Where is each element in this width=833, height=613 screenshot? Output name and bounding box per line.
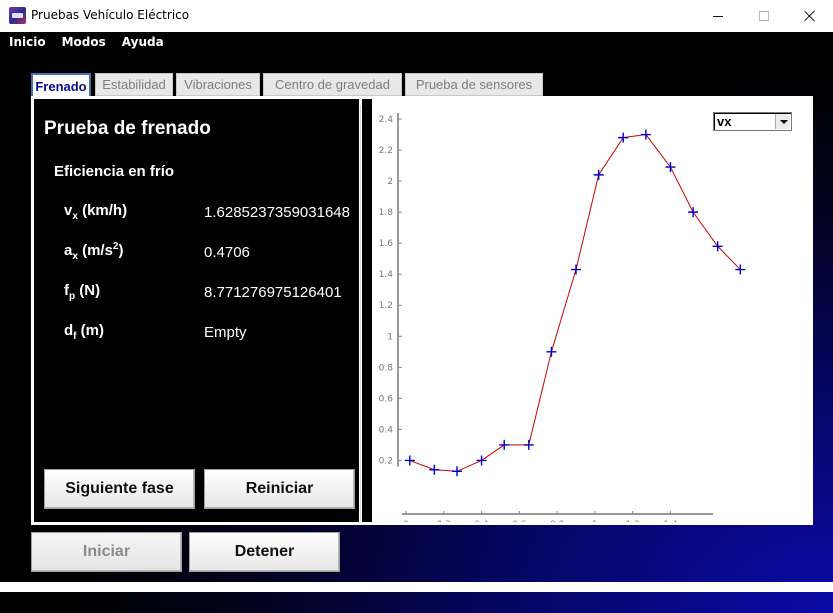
panel-title: Prueba de frenado: [44, 118, 211, 139]
chevron-down-icon[interactable]: [775, 114, 790, 129]
minimize-button[interactable]: [695, 0, 741, 32]
data-point-marker: [571, 264, 581, 275]
y-tick-label: 1.8: [379, 208, 394, 218]
data-point-marker: [429, 464, 440, 475]
data-point-marker: [688, 207, 699, 218]
tab-panel-frenado: Prueba de frenado Eficiencia en frío vx …: [31, 96, 813, 525]
x-tick-label: 1.2: [626, 520, 640, 522]
results-panel: Prueba de frenado Eficiencia en frío vx …: [34, 99, 359, 522]
vx-label: vx (km/h): [64, 202, 128, 222]
panel-gap: [362, 99, 372, 522]
x-tick-label: 1.4: [663, 520, 678, 522]
variable-select[interactable]: vx: [713, 112, 792, 131]
close-button[interactable]: [787, 0, 833, 32]
y-tick-label: 1.6: [379, 239, 394, 249]
y-tick-label: 2.4: [379, 115, 394, 125]
variable-select-value: vx: [717, 114, 732, 129]
maximize-button[interactable]: [741, 0, 787, 32]
df-label: df (m): [64, 322, 105, 342]
ax-value: 0.4706: [204, 244, 250, 261]
stop-button[interactable]: Detener: [189, 532, 340, 572]
data-point-marker: [593, 169, 604, 180]
x-tick-label: 1: [592, 520, 598, 522]
window-title: Pruebas Vehículo Eléctrico: [31, 8, 190, 22]
menu-ayuda[interactable]: Ayuda: [122, 32, 164, 53]
x-tick-label: 0.2: [437, 520, 451, 522]
client-area: Frenado Estabilidad Vibraciones Centro d…: [0, 53, 833, 613]
panel-divider: [360, 105, 361, 521]
series-line: [409, 133, 741, 472]
data-point-marker: [476, 455, 487, 466]
menu-modos[interactable]: Modos: [62, 32, 106, 53]
start-button[interactable]: Iniciar: [31, 532, 182, 572]
df-value: Empty: [204, 324, 247, 341]
data-point-marker: [546, 346, 557, 357]
x-tick-label: 0.4: [474, 520, 489, 522]
minimize-icon: [713, 15, 723, 17]
tab-prueba-de-sensores[interactable]: Prueba de sensores: [405, 73, 543, 96]
tab-frenado[interactable]: Frenado: [31, 73, 91, 97]
line-chart: 0.2 0.4 0.6 0.8 1 1.2 1.4 1.6 1.8 2 2.2 2.4 0 0.2 0.4 0…: [379, 113, 746, 522]
data-point-marker: [404, 455, 415, 466]
tab-centro-de-gravedad[interactable]: Centro de gravedad: [263, 73, 402, 96]
data-point-marker: [452, 466, 462, 477]
y-tick-label: 2.2: [379, 146, 393, 156]
fp-label: fp (N): [64, 282, 101, 302]
x-tick-label: 0.6: [512, 520, 527, 522]
y-tick-label: 0.4: [379, 425, 394, 435]
app-icon: [9, 7, 26, 24]
tab-estabilidad[interactable]: Estabilidad: [95, 73, 173, 96]
fp-value: 8.771276975126401: [204, 284, 342, 301]
maximize-icon: [759, 11, 769, 21]
y-tick-label: 1.4: [379, 270, 394, 280]
y-tick-label: 2: [387, 177, 393, 187]
vx-value: 1.62852373590316​48: [204, 204, 350, 221]
close-icon: [804, 10, 816, 22]
y-tick-label: 0.6: [379, 394, 394, 404]
x-tick-label: 0.8: [550, 520, 565, 522]
data-point-marker: [523, 439, 534, 450]
panel-subtitle: Eficiencia en frío: [54, 163, 175, 180]
tab-vibraciones[interactable]: Vibraciones: [176, 73, 260, 96]
bottom-strip: [0, 582, 833, 592]
data-point-marker: [640, 129, 651, 140]
ax-label: ax (m/s2): [64, 241, 124, 262]
next-phase-button[interactable]: Siguiente fase: [44, 469, 195, 509]
chart-area: 0.2 0.4 0.6 0.8 1 1.2 1.4 1.6 1.8 2 2.2 2.4 0 0.2 0.4 0…: [372, 105, 795, 522]
menu-inicio[interactable]: Inicio: [9, 32, 46, 53]
reset-button[interactable]: Reiniciar: [204, 469, 355, 509]
y-tick-label: 1: [387, 332, 393, 342]
title-bar: Pruebas Vehículo Eléctrico: [0, 0, 833, 32]
data-point-marker: [618, 132, 629, 143]
x-tick-label: 0: [403, 520, 409, 522]
y-tick-label: 0.2: [379, 456, 393, 466]
menu-bar: Inicio Modos Ayuda: [0, 32, 833, 53]
y-tick-label: 1.2: [379, 301, 393, 311]
data-point-marker: [499, 439, 510, 450]
data-point-marker: [665, 162, 676, 173]
y-tick-label: 0.8: [379, 363, 394, 373]
